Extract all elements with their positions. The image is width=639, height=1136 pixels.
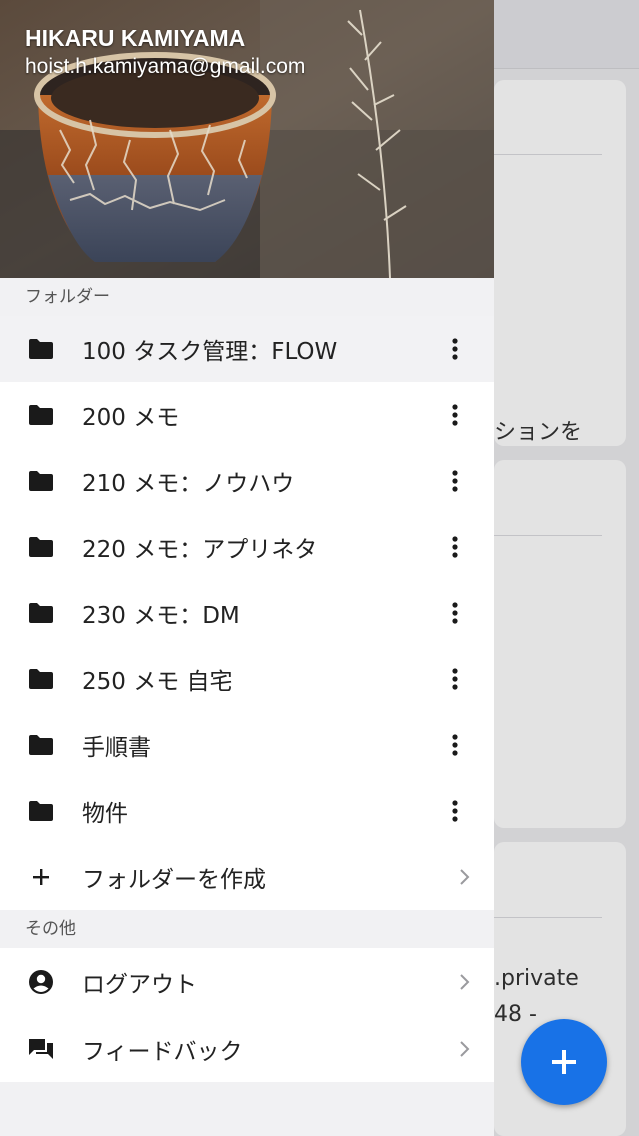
section-label-folders: フォルダー — [0, 278, 494, 316]
folder-item-label: 210 メモ：ノウハウ — [82, 471, 295, 497]
plus-icon — [552, 1050, 576, 1074]
more-vert-icon[interactable] — [440, 730, 470, 760]
chevron-right-icon — [460, 869, 470, 885]
feedback-icon — [28, 1036, 54, 1062]
folder-item-220[interactable]: 220 メモ：アプリネタ — [0, 514, 494, 580]
folder-item-label: 物件 — [82, 801, 128, 827]
drawer-header: HIKARU KAMIYAMA hoist.h.kamiyama@gmail.c… — [0, 0, 494, 278]
logout-button[interactable]: ログアウト — [0, 948, 494, 1016]
add-fab-button[interactable] — [521, 1019, 607, 1105]
folder-icon — [28, 798, 54, 824]
user-name: HIKARU KAMIYAMA — [25, 25, 246, 51]
chevron-right-icon — [460, 1041, 470, 1057]
folder-item-250[interactable]: 250 メモ 自宅 — [0, 646, 494, 712]
user-email: hoist.h.kamiyama@gmail.com — [25, 55, 306, 78]
more-vert-icon[interactable] — [440, 598, 470, 628]
chevron-right-icon — [460, 974, 470, 990]
folder-item-210[interactable]: 210 メモ：ノウハウ — [0, 448, 494, 514]
more-vert-icon[interactable] — [440, 796, 470, 826]
more-vert-icon[interactable] — [440, 334, 470, 364]
folder-item-procedures[interactable]: 手順書 — [0, 712, 494, 778]
more-vert-icon[interactable] — [440, 400, 470, 430]
folder-item-100[interactable]: 100 タスク管理：FLOW — [0, 316, 494, 382]
folder-item-label: 200 メモ — [82, 405, 180, 431]
folder-icon — [28, 468, 54, 494]
more-vert-icon[interactable] — [440, 664, 470, 694]
create-folder-button[interactable]: フォルダーを作成 — [0, 844, 494, 910]
folder-item-label: 100 タスク管理：FLOW — [82, 339, 338, 365]
feedback-button[interactable]: フィードバック — [0, 1016, 494, 1082]
folder-item-property[interactable]: 物件 — [0, 778, 494, 844]
logout-label: ログアウト — [82, 972, 197, 998]
folder-item-label: 230 メモ：DM — [82, 603, 240, 629]
folder-item-label: 250 メモ 自宅 — [82, 669, 233, 695]
folder-item-label: 220 メモ：アプリネタ — [82, 537, 318, 563]
folder-icon — [28, 732, 54, 758]
more-vert-icon[interactable] — [440, 466, 470, 496]
folder-icon — [28, 534, 54, 560]
folder-item-230[interactable]: 230 メモ：DM — [0, 580, 494, 646]
feedback-label: フィードバック — [82, 1039, 243, 1065]
folder-list: 100 タスク管理：FLOW 200 メモ 210 メモ：ノウハウ 220 メモ… — [0, 316, 494, 910]
folder-icon — [28, 402, 54, 428]
folder-icon — [28, 336, 54, 362]
section-label-other: その他 — [0, 910, 494, 948]
folder-item-200[interactable]: 200 メモ — [0, 382, 494, 448]
create-folder-label: フォルダーを作成 — [82, 867, 266, 893]
folder-icon — [28, 666, 54, 692]
more-vert-icon[interactable] — [440, 532, 470, 562]
plus-icon — [28, 864, 54, 890]
account-circle-icon — [28, 969, 54, 995]
folder-icon — [28, 600, 54, 626]
folder-item-label: 手順書 — [82, 735, 151, 761]
navigation-drawer: HIKARU KAMIYAMA hoist.h.kamiyama@gmail.c… — [0, 0, 494, 1136]
